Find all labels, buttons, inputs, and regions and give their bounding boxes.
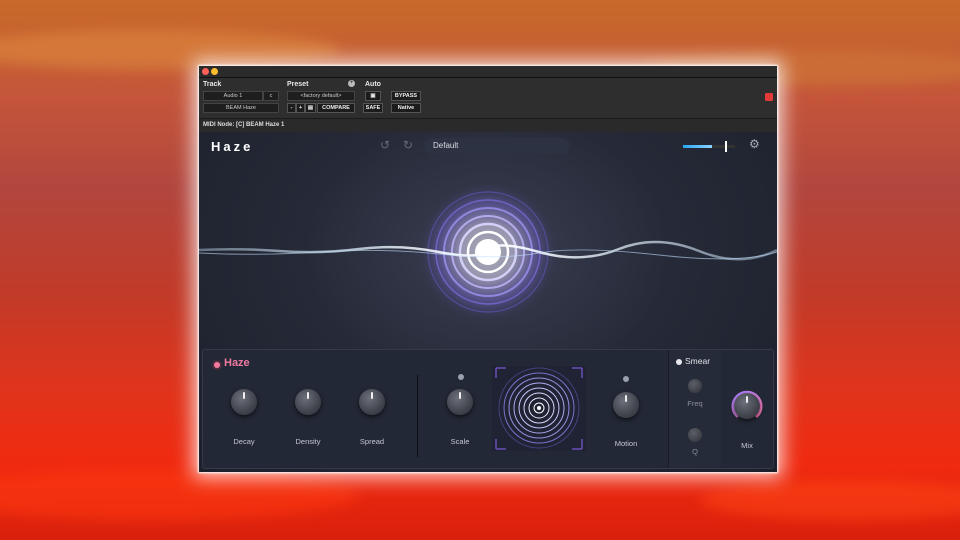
compare-button[interactable]: COMPARE bbox=[317, 103, 355, 113]
motion-label: Motion bbox=[614, 439, 638, 448]
decay-knob[interactable] bbox=[231, 389, 257, 415]
controls-panel: Haze Decay Density Spread Scale › bbox=[202, 349, 774, 469]
preset-settings-icon[interactable]: + bbox=[348, 80, 355, 87]
track-select[interactable]: Audio 1 bbox=[203, 91, 263, 101]
next-preset-button[interactable]: + bbox=[296, 103, 305, 113]
plugin-window: Track Audio 1 c BEAM Haze Preset + <fact… bbox=[199, 66, 777, 472]
section-title: Haze bbox=[224, 357, 250, 369]
density-label: Density bbox=[295, 437, 321, 446]
smear-freq-label: Freq bbox=[687, 399, 703, 408]
close-window-button[interactable] bbox=[202, 68, 209, 75]
midi-node-label: MIDI Node: [C] BEAM Haze 1 bbox=[199, 118, 777, 132]
bypass-button[interactable]: BYPASS bbox=[391, 91, 421, 101]
prev-preset-button[interactable]: - bbox=[287, 103, 296, 113]
minimize-window-button[interactable] bbox=[211, 68, 218, 75]
section-divider bbox=[417, 375, 418, 457]
haze-visualizer bbox=[199, 180, 777, 324]
plugin-body: Haze ↺ ↻ Default ⚙ Haze Decay Density Sp… bbox=[199, 132, 777, 472]
insert-select[interactable]: BEAM Haze bbox=[203, 103, 279, 113]
motion-knob[interactable] bbox=[613, 392, 639, 418]
decay-label: Decay bbox=[233, 437, 255, 446]
smear-panel: Smear Freq Q bbox=[668, 350, 721, 468]
preset-name-field[interactable]: Default bbox=[424, 138, 570, 154]
auto-icon-button[interactable]: ▣ bbox=[365, 91, 381, 101]
track-label: Track bbox=[203, 81, 222, 88]
smear-q-knob[interactable] bbox=[688, 428, 702, 442]
smear-led[interactable] bbox=[676, 359, 682, 365]
output-level-meter[interactable] bbox=[683, 145, 735, 148]
scale-visualizer bbox=[492, 366, 586, 451]
gear-icon[interactable]: ⚙ bbox=[749, 137, 760, 151]
scale-label: Scale bbox=[450, 437, 470, 446]
redo-icon[interactable]: ↻ bbox=[403, 138, 413, 152]
auto-label: Auto bbox=[365, 81, 381, 88]
preset-label: Preset bbox=[287, 81, 309, 88]
smear-q-label: Q bbox=[692, 447, 698, 456]
preset-select[interactable]: <factory default> bbox=[287, 91, 355, 101]
copy-preset-button[interactable]: ▤ bbox=[305, 103, 316, 113]
plugin-title: Haze bbox=[211, 139, 254, 154]
track-channel-select[interactable]: c bbox=[263, 91, 279, 101]
native-button[interactable]: Native bbox=[391, 103, 421, 113]
host-header: Track Audio 1 c BEAM Haze Preset + <fact… bbox=[199, 78, 777, 118]
smear-title: Smear bbox=[685, 356, 711, 366]
host-close-icon[interactable] bbox=[765, 93, 773, 101]
output-level-marker bbox=[725, 141, 727, 152]
scale-knob[interactable] bbox=[447, 389, 473, 415]
spread-label: Spread bbox=[359, 437, 385, 446]
section-power-led[interactable] bbox=[214, 362, 220, 368]
density-knob[interactable] bbox=[295, 389, 321, 415]
visualizer-core bbox=[475, 239, 501, 265]
mix-knob[interactable] bbox=[734, 393, 760, 419]
mix-label: Mix bbox=[741, 441, 753, 450]
safe-button[interactable]: SAFE bbox=[363, 103, 383, 113]
output-level-fill bbox=[683, 145, 712, 148]
spread-knob[interactable] bbox=[359, 389, 385, 415]
undo-icon[interactable]: ↺ bbox=[380, 138, 390, 152]
window-titlebar bbox=[199, 66, 777, 78]
scale-led[interactable] bbox=[458, 374, 464, 380]
smear-freq-knob[interactable] bbox=[688, 379, 702, 393]
motion-led[interactable] bbox=[623, 376, 629, 382]
